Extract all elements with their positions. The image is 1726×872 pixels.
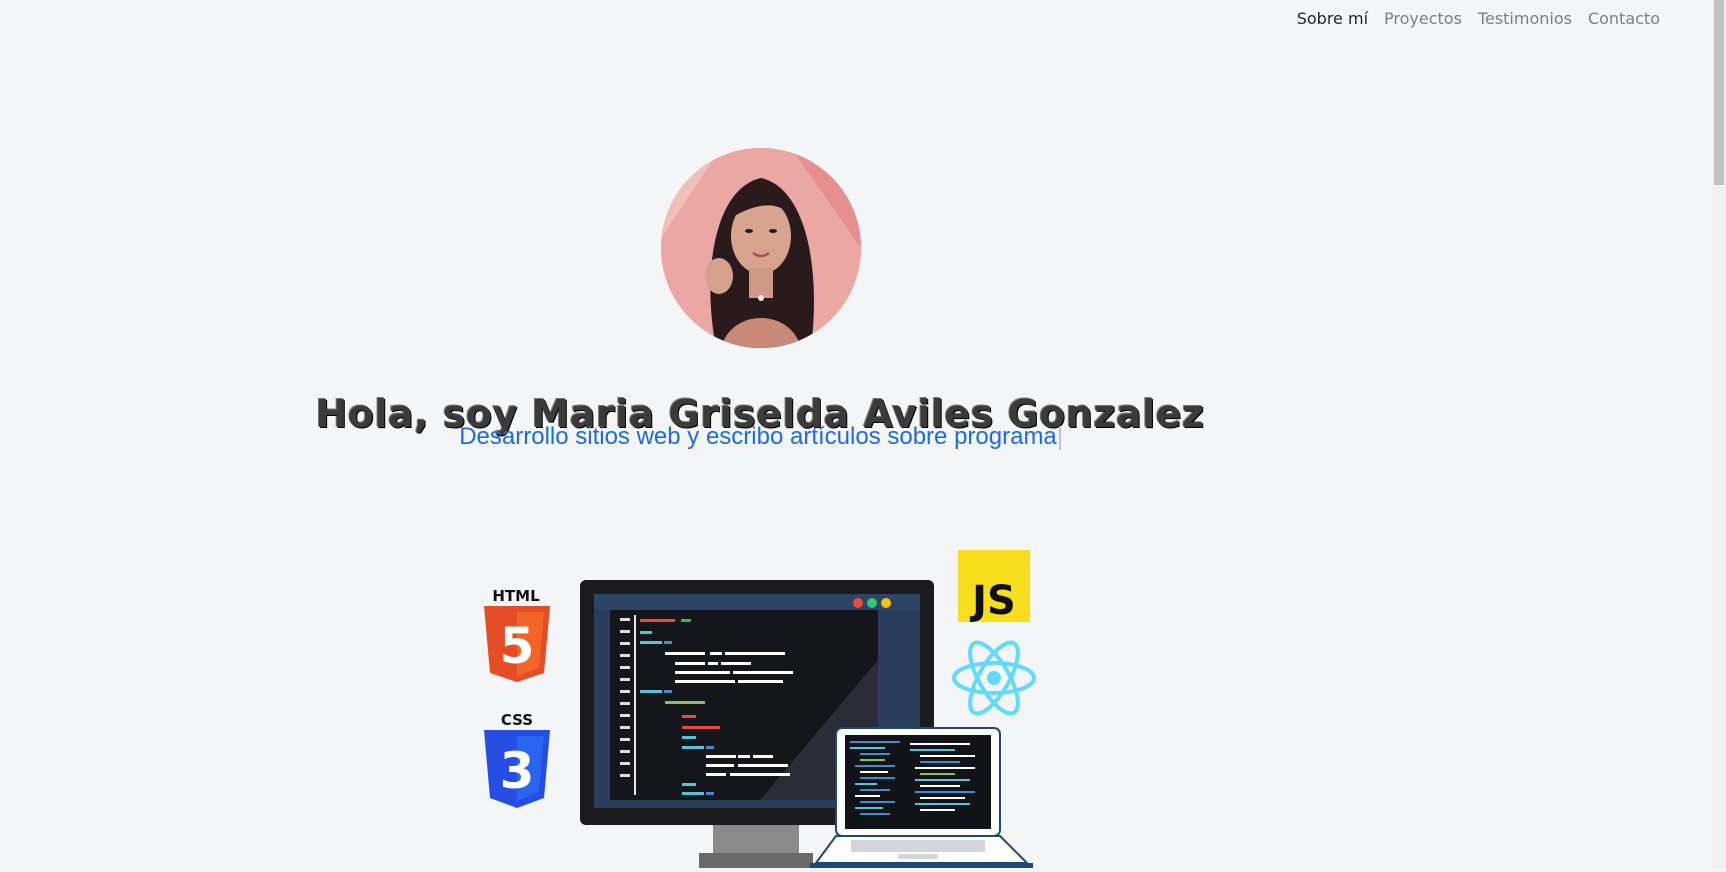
hero-subtitle: Desarrollo sitios web y escribo artículo… <box>0 423 1520 451</box>
html5-icon: HTML 5 <box>484 587 550 682</box>
css3-icon: CSS 3 <box>484 711 550 808</box>
javascript-label: JS <box>969 578 1016 624</box>
nav-item-contacto[interactable]: Contacto <box>1588 9 1660 28</box>
dev-illustration: HTML 5 CSS 3 JS <box>470 540 1050 868</box>
scrollbar-thumb[interactable] <box>1714 0 1724 185</box>
nav-item-sobre-mi[interactable]: Sobre mí <box>1297 9 1368 28</box>
profile-avatar <box>661 148 861 348</box>
top-nav: Sobre mí Proyectos Testimonios Contacto <box>1297 9 1660 28</box>
page-scrollbar[interactable] <box>1712 0 1726 868</box>
html5-number: 5 <box>500 617 535 675</box>
nav-item-proyectos[interactable]: Proyectos <box>1384 9 1462 28</box>
css3-number: 3 <box>500 742 535 800</box>
html5-label: HTML <box>492 587 540 605</box>
nav-item-testimonios[interactable]: Testimonios <box>1478 9 1572 28</box>
javascript-icon: JS <box>958 550 1030 624</box>
hero-subtitle-text: Desarrollo sitios web y escribo artículo… <box>459 423 1057 450</box>
react-icon <box>952 640 1036 716</box>
css3-label: CSS <box>501 711 533 729</box>
typing-caret <box>1058 425 1061 450</box>
laptop-icon <box>810 727 1033 868</box>
